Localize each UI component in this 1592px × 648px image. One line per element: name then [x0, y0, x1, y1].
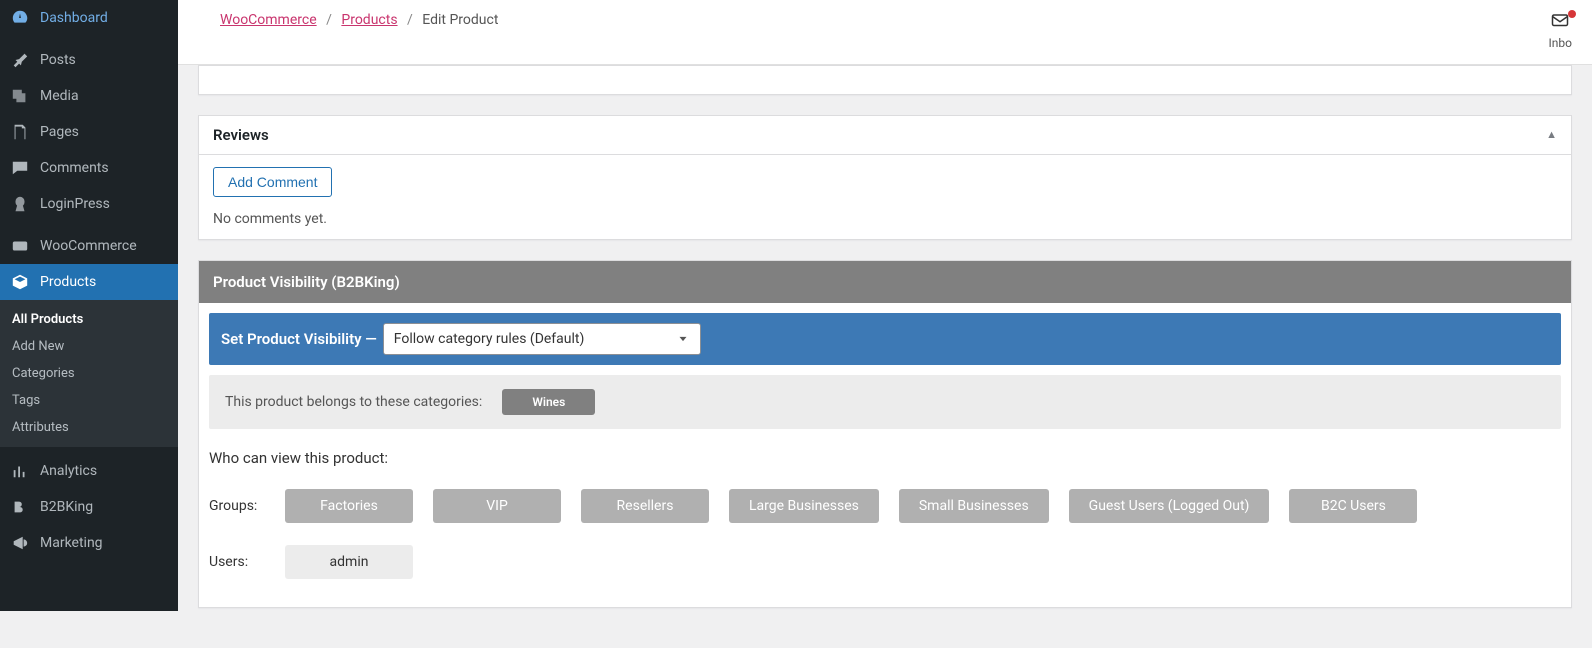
group-tag-b2c-users[interactable]: B2C Users: [1289, 489, 1417, 523]
gauge-icon: [10, 8, 30, 28]
b2bking-icon: [10, 497, 30, 517]
inbox-button[interactable]: Inbo: [1549, 12, 1572, 50]
reviews-panel: Reviews ▲ Add Comment No comments yet.: [198, 115, 1572, 240]
group-tag-vip[interactable]: VIP: [433, 489, 561, 523]
who-label: Who can view this product:: [199, 443, 1571, 485]
groups-label: Groups:: [209, 498, 265, 514]
loginpress-icon: [10, 194, 30, 214]
visibility-bar-label: Set Product Visibility —: [221, 330, 377, 348]
sidebar-item-pages[interactable]: Pages: [0, 114, 178, 150]
panel-truncated: [198, 65, 1572, 95]
group-tag-small-businesses[interactable]: Small Businesses: [899, 489, 1049, 523]
add-comment-button[interactable]: Add Comment: [213, 167, 332, 197]
sidebar-item-loginpress[interactable]: LoginPress: [0, 186, 178, 222]
sidebar-item-media[interactable]: Media: [0, 78, 178, 114]
content: Reviews ▲ Add Comment No comments yet. P…: [178, 65, 1592, 648]
sidebar-products-submenu: All Products Add New Categories Tags Att…: [0, 300, 178, 447]
reviews-panel-header[interactable]: Reviews ▲: [199, 116, 1571, 155]
main-area: WooCommerce / Products / Edit Product In…: [178, 0, 1592, 611]
breadcrumb-current: Edit Product: [422, 12, 498, 28]
category-row: This product belongs to these categories…: [209, 375, 1561, 429]
media-icon: [10, 86, 30, 106]
b2b-visibility-panel: Product Visibility (B2BKing) Set Product…: [198, 260, 1572, 608]
pin-icon: [10, 50, 30, 70]
sidebar-sub-tags[interactable]: Tags: [0, 387, 178, 414]
sidebar-item-products[interactable]: Products: [0, 264, 178, 300]
inbox-label: Inbo: [1549, 36, 1572, 50]
users-label: Users:: [209, 554, 265, 570]
admin-sidebar: Dashboard Posts Media Pages Comments Log…: [0, 0, 178, 611]
sidebar-sub-attributes[interactable]: Attributes: [0, 414, 178, 441]
group-tag-large-businesses[interactable]: Large Businesses: [729, 489, 879, 523]
user-tag-admin[interactable]: admin: [285, 545, 413, 579]
sidebar-sub-add-new[interactable]: Add New: [0, 333, 178, 360]
sidebar-label: B2BKing: [40, 499, 93, 515]
collapse-icon: ▲: [1546, 128, 1557, 141]
reviews-body: Add Comment No comments yet.: [199, 155, 1571, 239]
visibility-bar: Set Product Visibility — Follow category…: [209, 313, 1561, 365]
woocommerce-icon: [10, 236, 30, 256]
sidebar-label: Marketing: [40, 535, 103, 551]
breadcrumb-sep: /: [326, 12, 332, 28]
notification-dot: [1568, 10, 1576, 18]
sidebar-item-posts[interactable]: Posts: [0, 42, 178, 78]
sidebar-label: WooCommerce: [40, 238, 137, 254]
breadcrumb-woocommerce[interactable]: WooCommerce: [220, 12, 317, 28]
sidebar-sub-categories[interactable]: Categories: [0, 360, 178, 387]
breadcrumb: WooCommerce / Products / Edit Product: [220, 12, 498, 28]
breadcrumb-sep: /: [407, 12, 413, 28]
category-chip-wines[interactable]: Wines: [502, 389, 595, 415]
sidebar-label: Dashboard: [40, 10, 108, 26]
group-tag-resellers[interactable]: Resellers: [581, 489, 709, 523]
sidebar-item-dashboard[interactable]: Dashboard: [0, 0, 178, 36]
sidebar-item-analytics[interactable]: Analytics: [0, 453, 178, 489]
sidebar-label: Comments: [40, 160, 109, 176]
sidebar-sub-all-products[interactable]: All Products: [0, 306, 178, 333]
box-icon: [10, 272, 30, 292]
comment-icon: [10, 158, 30, 178]
sidebar-label: Products: [40, 274, 96, 290]
b2b-panel-header[interactable]: Product Visibility (B2BKing): [199, 261, 1571, 303]
sidebar-item-marketing[interactable]: Marketing: [0, 525, 178, 561]
sidebar-label: LoginPress: [40, 196, 110, 212]
no-comments-text: No comments yet.: [213, 211, 1557, 227]
sidebar-label: Pages: [40, 124, 79, 140]
sidebar-label: Media: [40, 88, 79, 104]
sidebar-item-woocommerce[interactable]: WooCommerce: [0, 228, 178, 264]
inbox-icon: [1549, 12, 1572, 36]
sidebar-item-comments[interactable]: Comments: [0, 150, 178, 186]
sidebar-label: Posts: [40, 52, 76, 68]
breadcrumb-products[interactable]: Products: [341, 12, 397, 28]
visibility-select-value: Follow category rules (Default): [394, 331, 585, 347]
sidebar-item-b2bking[interactable]: B2BKing: [0, 489, 178, 525]
group-tag-factories[interactable]: Factories: [285, 489, 413, 523]
category-label: This product belongs to these categories…: [225, 394, 482, 410]
sidebar-label: Analytics: [40, 463, 97, 479]
visibility-select[interactable]: Follow category rules (Default): [383, 323, 701, 355]
chart-icon: [10, 461, 30, 481]
groups-row: Groups: Factories VIP Resellers Large Bu…: [199, 485, 1571, 541]
group-tag-guest-users[interactable]: Guest Users (Logged Out): [1069, 489, 1270, 523]
users-row: Users: admin: [199, 541, 1571, 597]
page-icon: [10, 122, 30, 142]
topbar: WooCommerce / Products / Edit Product In…: [178, 0, 1592, 65]
megaphone-icon: [10, 533, 30, 553]
chevron-down-icon: [676, 332, 690, 346]
reviews-title: Reviews: [213, 126, 269, 144]
